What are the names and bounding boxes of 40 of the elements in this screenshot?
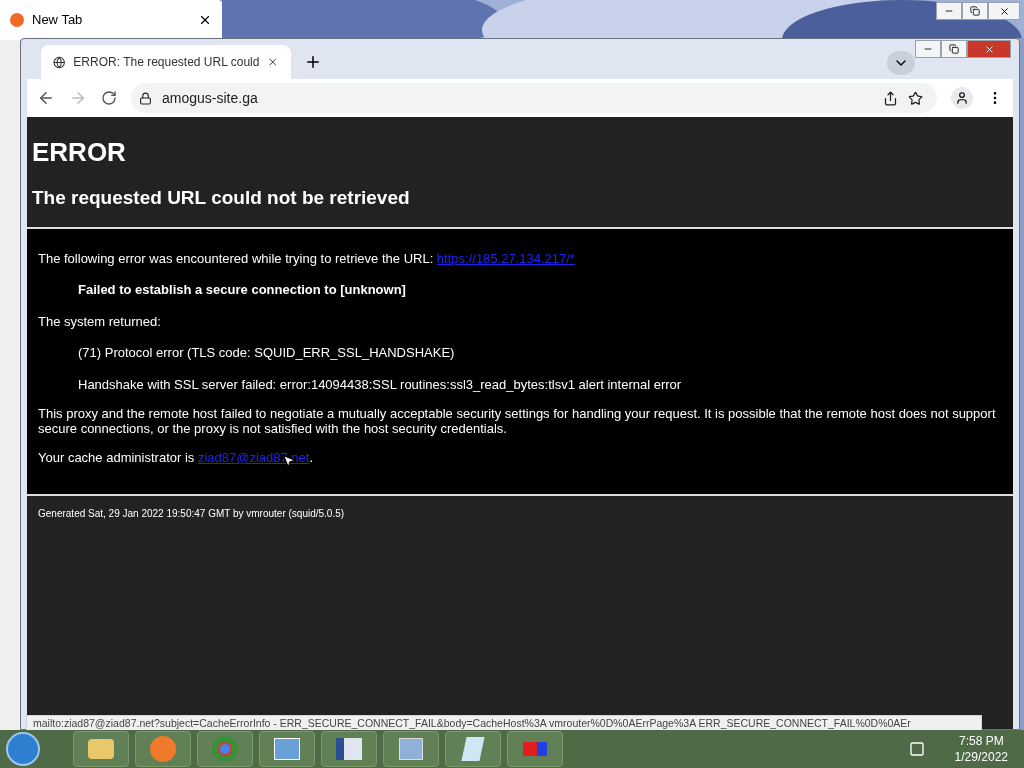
explanation-text: This proxy and the remote host failed to negotiate a mutually acceptable security settings for handling your request. It is possible that the remote host does not support secure connections, or the proxy is not satisfied with the host security credentials. xyxy=(38,406,997,436)
error-detail: (71) Protocol error (TLS code: SQUID_ERR_SSL_HANDSHAKE) xyxy=(77,344,456,362)
admin-text: Your cache administrator is xyxy=(38,449,196,467)
address-text: amogus-site.ga xyxy=(162,88,259,108)
status-bubble: mailto:ziad87@ziad87.net?subject=CacheErrorInfo - ERR_SECURE_CONNECT_FAIL&body=CacheHost%3A vmrouter%0D%0AErrPage%3A ERR_SECURE_CONNECT_FAIL%0D%0AEr xyxy=(26,715,982,731)
tab-title: New Tab xyxy=(32,11,84,30)
tab-title: ERROR: The requested URL could xyxy=(73,54,260,71)
error-detail: Handshake with SSL server failed: error:14094438:SSL routines:ssl3_read_bytes:tlsv1 alert internal error xyxy=(77,375,683,394)
restore-button[interactable] xyxy=(941,40,967,58)
back-icon[interactable] xyxy=(37,89,55,107)
error-heading: ERROR xyxy=(32,136,127,169)
footer-text: Generated Sat, 29 Jan 2022 19:50:47 GMT by vmrouter (squid/5.0.5) xyxy=(37,506,346,521)
error-subheading: The requested URL could not be retrieved xyxy=(32,186,411,210)
system-returned-text: The system returned: xyxy=(38,312,162,331)
intro-text: The following error was encountered while trying to retrieve the URL: xyxy=(38,249,435,268)
folder-icon[interactable] xyxy=(73,731,129,767)
clock-date: 1/29/2022 xyxy=(954,749,1008,765)
clock-time: 7:58 PM xyxy=(958,733,1004,749)
tab-list-button[interactable] xyxy=(887,51,915,75)
restore-icon xyxy=(970,6,980,16)
plus-icon xyxy=(304,53,322,71)
globe-icon xyxy=(53,54,66,70)
start-button[interactable] xyxy=(6,732,40,766)
share-icon[interactable] xyxy=(883,90,898,106)
restore-icon xyxy=(949,44,959,54)
profile-button[interactable] xyxy=(951,87,973,109)
error-title: Failed to establish a secure connection to [unknown] xyxy=(77,281,407,299)
close-icon xyxy=(998,5,1010,17)
period-text: . xyxy=(309,449,314,467)
close-icon xyxy=(983,43,995,55)
address-bar[interactable]: amogus-site.ga xyxy=(131,83,937,113)
reload-icon[interactable] xyxy=(101,90,117,106)
back-tab[interactable]: New Tab xyxy=(0,0,222,40)
close-icon[interactable] xyxy=(198,13,212,27)
restore-button[interactable] xyxy=(962,2,988,20)
person-icon xyxy=(955,91,969,105)
lock-icon xyxy=(139,91,152,105)
close-button[interactable] xyxy=(988,2,1020,20)
bookmark-star-icon[interactable] xyxy=(908,90,923,106)
browser-tab[interactable]: ERROR: The requested URL could xyxy=(41,45,291,79)
